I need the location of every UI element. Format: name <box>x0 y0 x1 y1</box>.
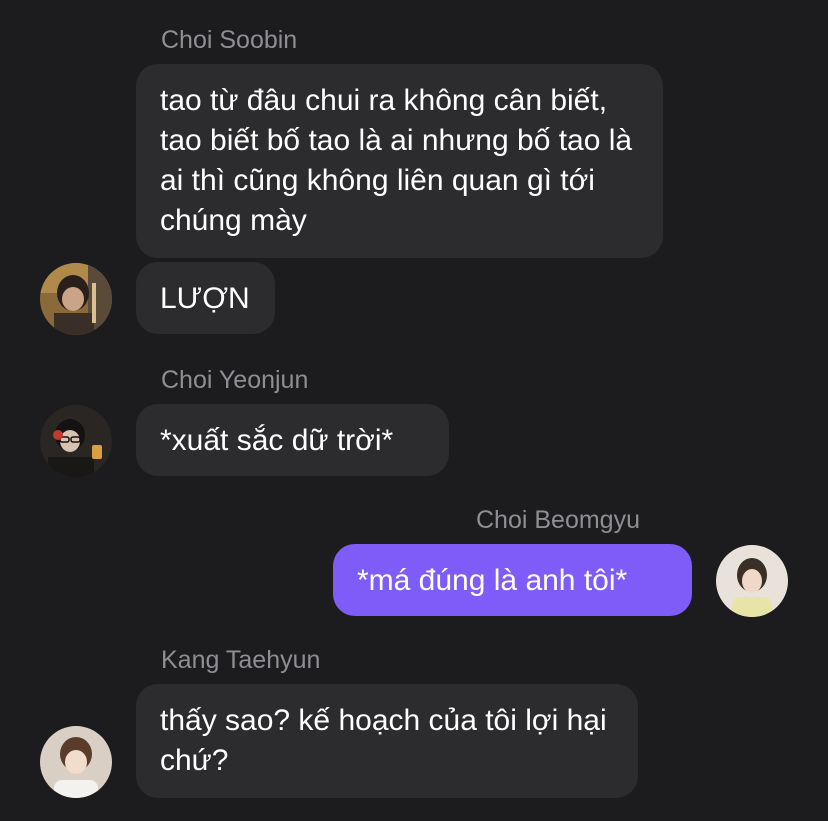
sender-name: Choi Beomgyu <box>476 506 640 534</box>
avatar-photo-icon[interactable] <box>40 726 112 798</box>
avatar-photo-icon[interactable] <box>40 263 112 335</box>
avatar-photo-icon[interactable] <box>716 545 788 617</box>
message-bubble[interactable]: *xuất sắc dữ trời* <box>136 404 449 476</box>
message-bubble[interactable]: LƯỢN <box>136 262 275 334</box>
sender-name: Choi Soobin <box>161 26 298 54</box>
sender-name: Kang Taehyun <box>161 646 321 674</box>
message-bubble[interactable]: thấy sao? kế hoạch của tôi lợi hại chứ? <box>136 684 638 798</box>
message-bubble[interactable]: *má đúng là anh tôi* <box>333 544 692 616</box>
message-bubble[interactable]: tao từ đâu chui ra không cân biết, tao b… <box>136 64 663 258</box>
chat-thread[interactable]: Choi Soobin tao từ đâu chui ra không cân… <box>0 0 828 821</box>
sender-name: Choi Yeonjun <box>161 366 309 394</box>
avatar-photo-icon[interactable] <box>40 405 112 477</box>
